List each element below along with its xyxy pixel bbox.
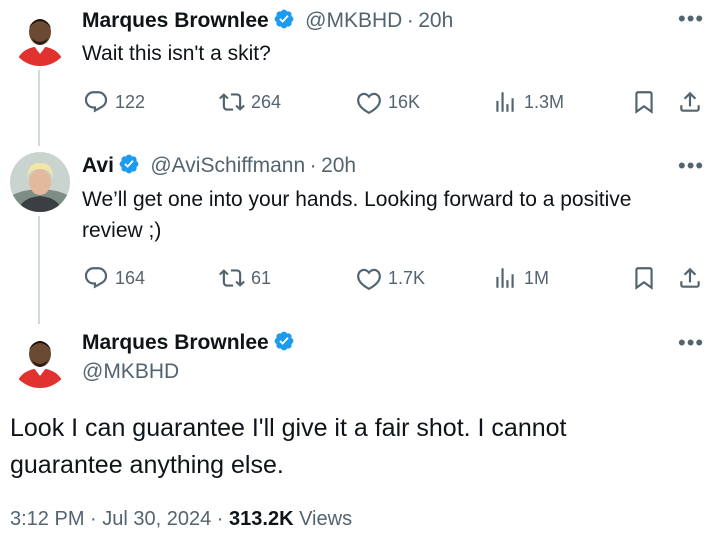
reply-button[interactable]: 122 [83,89,145,115]
main-tweet-author: Marques Brownlee [82,330,295,355]
main-tweet-meta: 3:12 PM · Jul 30, 2024 · 313.2K Views [10,508,352,531]
views-count: 1M [524,267,550,288]
views-count: 1.3M [524,91,565,112]
author-handle[interactable]: @MKBHD [82,360,179,384]
like-count: 16K [388,91,421,112]
like-button[interactable]: 1.7K [356,265,425,291]
main-tweet-text-line-1: Look I can guarantee I'll give it a fair… [10,414,567,442]
views-icon [496,92,514,112]
reply-icon [84,91,108,113]
repost-icon [219,93,245,111]
repost-count: 264 [251,91,282,112]
author-handle[interactable]: @MKBHD [305,9,402,32]
bookmark-icon [635,91,653,114]
share-button[interactable] [677,265,703,291]
author-name[interactable]: Marques Brownlee [82,331,269,354]
reply-icon [84,267,108,289]
verified-badge-icon [274,9,294,29]
bookmark-icon [635,267,653,290]
like-count: 1.7K [388,267,426,288]
tweet-2-text-line-1: We’ll get one into your hands. Looking f… [82,188,632,211]
more-icon[interactable]: ••• [678,330,704,356]
thread-connector-2 [38,216,40,324]
avatar-avi[interactable] [10,152,70,212]
tweet-1-header: Marques Brownlee @MKBHD · 20h [82,8,453,33]
more-icon[interactable]: ••• [678,153,704,179]
author-handle[interactable]: @AviSchiffmann [150,154,305,177]
reply-button[interactable]: 164 [83,265,145,291]
bookmark-button[interactable] [631,89,657,115]
repost-count: 61 [251,267,272,288]
tweet-2-text-line-2: review ;) [82,219,162,242]
like-icon [357,268,381,291]
share-icon [680,267,700,288]
views-icon [496,268,514,288]
verified-badge-icon [274,331,294,351]
avatar-marques[interactable] [10,328,70,388]
main-tweet-text: Look I can guarantee I'll give it a fair… [10,410,567,484]
repost-button[interactable]: 61 [219,265,271,291]
timestamp[interactable]: 3:12 PM · Jul 30, 2024 · [10,508,223,530]
views-button[interactable]: 1.3M [492,89,564,115]
separator-dot: · [309,154,317,177]
views-total: 313.2K [229,508,294,530]
like-button[interactable]: 16K [356,89,420,115]
bookmark-button[interactable] [631,265,657,291]
reply-count: 122 [115,91,146,112]
author-name[interactable]: Marques Brownlee [82,9,269,32]
like-icon [357,92,381,115]
views-label: Views [299,508,353,530]
tweet-time[interactable]: 20h [321,154,356,177]
repost-button[interactable]: 264 [219,89,281,115]
main-tweet-text-line-2: guarantee anything else. [10,451,284,479]
thread-connector-1 [38,70,40,146]
share-icon [680,91,700,112]
share-button[interactable] [677,89,703,115]
more-icon[interactable]: ••• [678,6,704,32]
tweet-time[interactable]: 20h [418,9,453,32]
tweet-1-text: Wait this isn't a skit? [82,42,271,65]
tweet-2-header: Avi @AviSchiffmann · 20h [82,153,356,178]
views-button[interactable]: 1M [492,265,549,291]
separator-dot: · [406,9,414,32]
reply-count: 164 [115,267,146,288]
author-name[interactable]: Avi [82,154,114,177]
verified-badge-icon [119,154,139,174]
avatar-marques[interactable] [10,6,70,66]
repost-icon [219,269,245,287]
